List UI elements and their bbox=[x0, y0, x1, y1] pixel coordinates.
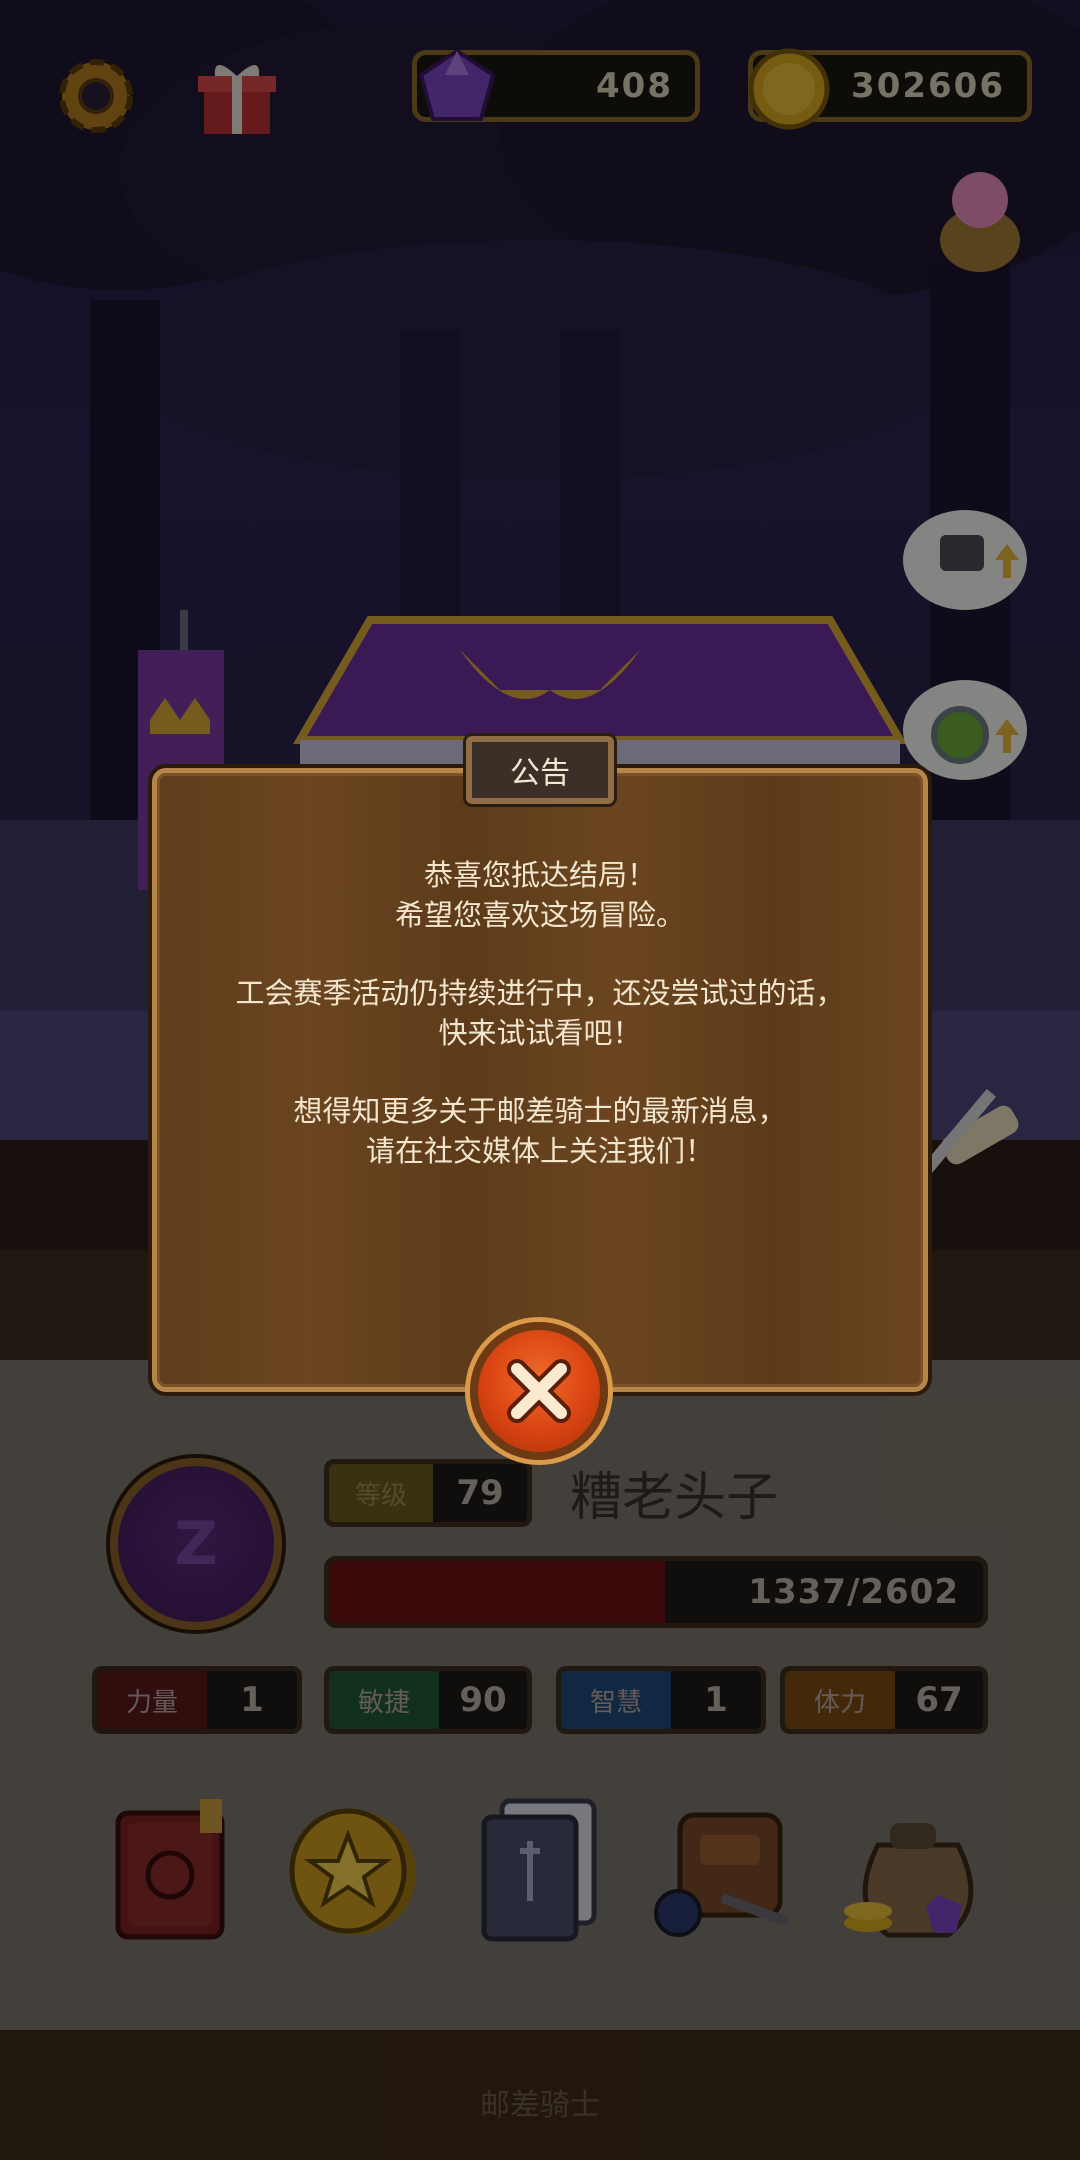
hp-bar: 1337/2602 bbox=[324, 1556, 988, 1628]
stat-wisdom[interactable]: 智慧 1 bbox=[556, 1666, 766, 1734]
star-coin-icon[interactable] bbox=[288, 1795, 418, 1945]
gem-count: 408 bbox=[596, 66, 673, 106]
stat-value: 90 bbox=[459, 1680, 507, 1720]
player-name: 糟老头子 bbox=[570, 1468, 779, 1528]
gem-counter: 408 bbox=[412, 48, 700, 122]
emblem-letter: Z bbox=[174, 1509, 218, 1579]
coin-count: 302606 bbox=[851, 66, 1005, 106]
dialog-line: 快来试试看吧！ bbox=[438, 1016, 642, 1050]
stat-agility[interactable]: 敏捷 90 bbox=[324, 1666, 532, 1734]
stat-value: 1 bbox=[240, 1680, 264, 1720]
settings-gear-icon[interactable] bbox=[48, 48, 144, 144]
dialog-line: 恭喜您抵达结局！ bbox=[423, 858, 656, 892]
stat-label: 敏捷 bbox=[329, 1671, 439, 1729]
stat-value: 1 bbox=[704, 1680, 728, 1720]
dialog-line: 想得知更多关于邮差骑士的最新消息， bbox=[293, 1094, 787, 1128]
coin-icon bbox=[748, 48, 830, 130]
character-emblem[interactable]: Z bbox=[110, 1458, 282, 1630]
dialog-body: 恭喜您抵达结局！ 希望您喜欢这场冒险。 工会赛季活动仍持续进行中，还没尝试过的话… bbox=[152, 855, 928, 1171]
level-label: 等级 bbox=[329, 1464, 433, 1522]
stat-label: 体力 bbox=[785, 1671, 895, 1729]
cards-icon[interactable] bbox=[476, 1795, 606, 1945]
stat-label: 智慧 bbox=[561, 1671, 671, 1729]
stat-label: 力量 bbox=[97, 1671, 207, 1729]
journal-book-icon[interactable] bbox=[110, 1795, 240, 1945]
loot-bag-icon[interactable] bbox=[838, 1795, 988, 1945]
hp-bar-fill bbox=[329, 1561, 666, 1623]
gift-icon[interactable] bbox=[192, 52, 282, 142]
stat-value: 67 bbox=[915, 1680, 963, 1720]
level-value: 79 bbox=[456, 1473, 504, 1513]
close-button[interactable] bbox=[470, 1322, 608, 1460]
hp-text: 1337/2602 bbox=[748, 1572, 959, 1612]
coin-counter: 302606 bbox=[748, 48, 1032, 130]
dialog-title: 公告 bbox=[463, 733, 617, 807]
close-icon bbox=[507, 1359, 571, 1423]
backpack-icon[interactable] bbox=[650, 1795, 800, 1945]
dialog-line: 希望您喜欢这场冒险。 bbox=[394, 898, 685, 932]
dialog-line: 请在社交媒体上关注我们！ bbox=[365, 1134, 714, 1168]
stat-stamina[interactable]: 体力 67 bbox=[780, 1666, 988, 1734]
footer-title: 邮差骑士 bbox=[480, 2088, 600, 2123]
stat-strength[interactable]: 力量 1 bbox=[92, 1666, 302, 1734]
gem-icon bbox=[418, 48, 496, 121]
dialog-line: 工会赛季活动仍持续进行中，还没尝试过的话， bbox=[235, 976, 845, 1010]
level-badge: 等级 79 bbox=[324, 1459, 532, 1527]
